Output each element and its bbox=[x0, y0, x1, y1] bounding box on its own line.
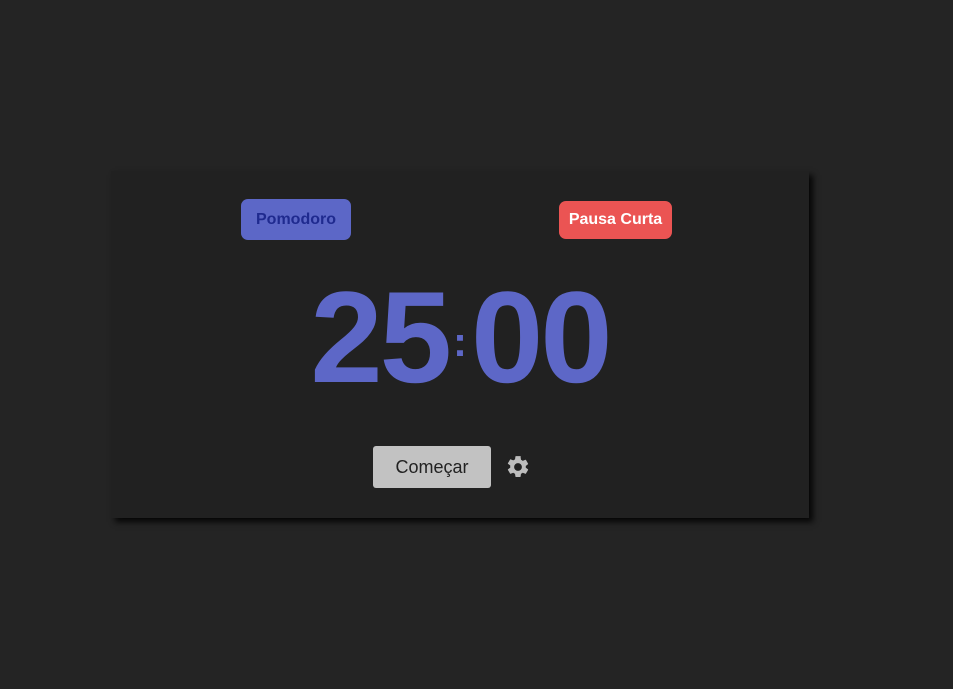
timer-separator: : bbox=[453, 318, 467, 365]
pomodoro-mode-button[interactable]: Pomodoro bbox=[241, 199, 351, 240]
gear-icon-graphic bbox=[507, 456, 529, 477]
start-button[interactable]: Começar bbox=[373, 446, 491, 488]
timer-minutes: 25 bbox=[310, 264, 452, 410]
timer-card: Pomodoro Pausa Curta 25 : 00 Começar bbox=[111, 171, 809, 518]
timer-seconds: 00 bbox=[471, 264, 613, 410]
gear-icon[interactable] bbox=[504, 453, 532, 481]
short-break-mode-button[interactable]: Pausa Curta bbox=[559, 201, 672, 239]
timer-display: 25 : 00 bbox=[111, 264, 809, 410]
